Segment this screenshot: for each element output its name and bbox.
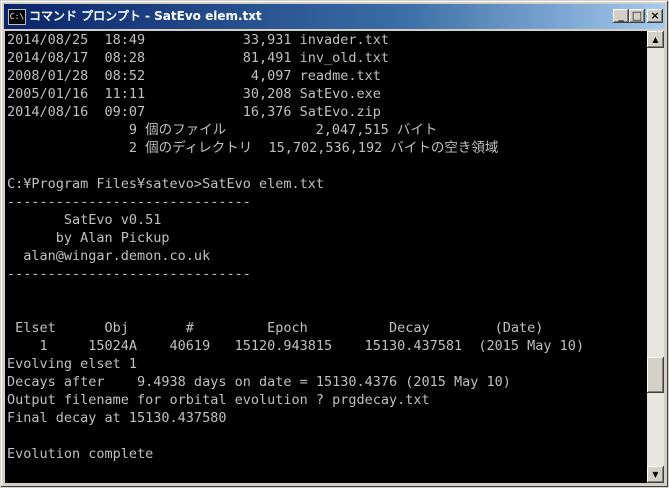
console-line: 2008/01/28 08:52 4,097 readme.txt [7, 68, 381, 84]
console-line: alan@wingar.demon.co.uk [7, 248, 211, 264]
scroll-thumb[interactable] [647, 357, 664, 393]
close-button[interactable]: × [647, 9, 663, 23]
console-line: 2014/08/17 08:28 81,491 inv_old.txt [7, 50, 390, 66]
console-line: 2 個のディレクトリ 15,702,536,192 バイトの空き領域 [7, 140, 499, 156]
console-line: by Alan Pickup [7, 230, 170, 246]
console-line: C:¥Program Files¥satevo>SatEvo elem.txt [7, 176, 324, 192]
command-prompt-window: C:\ コマンド プロンプト - SatEvo elem.txt _ □ × 2… [0, 0, 669, 488]
window-title: コマンド プロンプト - SatEvo elem.txt [29, 9, 262, 23]
console-line: Evolution complete [7, 446, 154, 462]
console-line: 2014/08/16 09:07 16,376 SatEvo.zip [7, 104, 381, 120]
minimize-button[interactable]: _ [613, 9, 629, 23]
console-line: 1 15024A 40619 15120.943815 15130.437581… [7, 338, 585, 354]
console-line: Decays after 9.4938 days on date = 15130… [7, 374, 511, 390]
console-line: SatEvo v0.51 [7, 212, 162, 228]
console-line: Elset Obj # Epoch Decay (Date) [7, 320, 544, 336]
console-line: 2005/01/16 11:11 30,208 SatEvo.exe [7, 86, 381, 102]
title-bar[interactable]: C:\ コマンド プロンプト - SatEvo elem.txt _ □ × [4, 4, 665, 29]
maximize-button[interactable]: □ [629, 9, 645, 23]
console-line: 2014/08/25 18:49 33,931 invader.txt [7, 32, 390, 48]
console-line: Evolving elset 1 [7, 356, 138, 372]
scroll-up-button[interactable]: ▲ [647, 31, 664, 48]
scroll-down-button[interactable]: ▼ [647, 466, 664, 483]
vertical-scrollbar[interactable]: ▲ ▼ [647, 31, 664, 483]
console-line: Output filename for orbital evolution ? … [7, 392, 430, 408]
console-app-icon[interactable]: C:\ [8, 9, 26, 25]
console-line: ------------------------------ [7, 266, 251, 282]
console-line: ------------------------------ [7, 194, 251, 210]
console-output[interactable]: 2014/08/25 18:49 33,931 invader.txt 2014… [5, 31, 647, 483]
console-line: Final decay at 15130.437580 [7, 410, 227, 426]
console-line: 9 個のファイル 2,047,515 バイト [7, 122, 438, 138]
